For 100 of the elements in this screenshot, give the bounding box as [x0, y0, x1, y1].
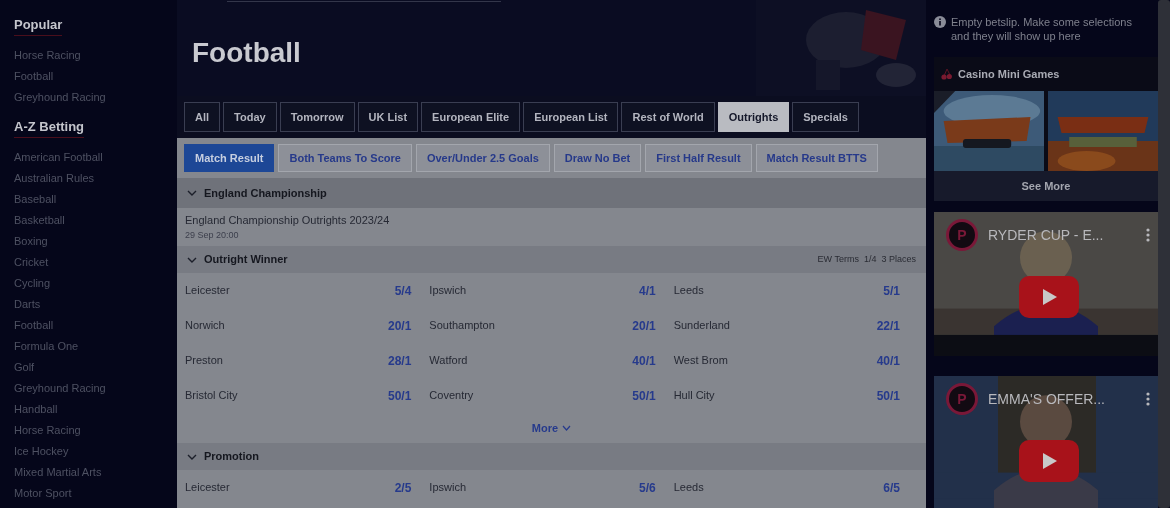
sidebar-item[interactable]: Horse Racing	[14, 420, 81, 441]
filter-tab[interactable]: Rest of World	[621, 102, 715, 132]
more-options-icon[interactable]	[1146, 392, 1150, 406]
ew-terms-text: 1/4	[863, 252, 877, 266]
selection-name: Hull City	[673, 388, 715, 404]
odds-price: 50/1	[387, 387, 412, 405]
sidebar-item[interactable]: Baseball	[14, 189, 57, 210]
selection-cell[interactable]: Leeds 6/5	[673, 470, 918, 505]
selection-cell[interactable]: Leicester 5/4	[185, 273, 430, 308]
filter-tab[interactable]: Today	[223, 102, 277, 132]
sidebar-item[interactable]: Cricket	[14, 252, 49, 273]
ew-terms-text: 3 Places	[881, 252, 916, 266]
odds-price: 22/1	[876, 317, 900, 335]
selection-name: Coventry	[429, 388, 474, 404]
selection-name: Bristol City	[185, 388, 238, 404]
odds-price: 50/1	[876, 387, 900, 405]
odds-price: 50/1	[632, 387, 656, 405]
more-button[interactable]: More	[531, 419, 572, 437]
cherries-icon	[941, 68, 952, 80]
selection-name: Norwich	[185, 318, 225, 334]
sidebar-item[interactable]: Football	[14, 66, 54, 87]
sidebar-item[interactable]: Cycling	[14, 273, 51, 294]
selection-cell[interactable]: Ipswich 5/6	[429, 470, 674, 505]
selection-name: Leeds	[673, 283, 704, 299]
ew-terms-text: EW Terms	[817, 252, 859, 266]
filter-tab[interactable]: Specials	[792, 102, 859, 132]
market-tab[interactable]: First Half Result	[645, 144, 752, 172]
market-header[interactable]: Outright Winner EW Terms 1/4 3 Places	[177, 246, 926, 273]
market-tab[interactable]: Over/Under 2.5 Goals	[415, 144, 550, 172]
odds-price: 6/5	[883, 479, 900, 497]
sidebar-item[interactable]: Golf	[14, 357, 35, 378]
market-tab[interactable]: Match Result	[184, 144, 275, 172]
sidebar-item[interactable]: Darts	[14, 294, 41, 315]
selection-name: Leicester	[185, 283, 230, 299]
odds-price: 5/6	[638, 479, 656, 497]
sidebar-item[interactable]: Basketball	[14, 210, 65, 231]
selection-cell[interactable]: Leeds 5/1	[673, 273, 918, 308]
video-player[interactable]: P EMMA'S OFFER...	[934, 376, 1158, 508]
sidebar-item[interactable]: Formula One	[14, 336, 79, 357]
sidebar-heading: Popular	[14, 17, 63, 36]
selection-name: Watford	[429, 353, 468, 369]
selection-cell[interactable]: Sunderland 22/1	[673, 308, 918, 343]
market-header[interactable]: Promotion	[177, 443, 926, 470]
selection-name: Leeds	[673, 480, 704, 496]
market-tab[interactable]: Draw No Bet	[553, 144, 642, 172]
selection-cell[interactable]: West Brom 40/1	[673, 343, 918, 378]
market-tab[interactable]: Both Teams To Score	[278, 144, 412, 172]
odds-price: 40/1	[632, 352, 656, 370]
selection-name: Sunderland	[673, 318, 730, 334]
sidebar-item[interactable]: Boxing	[14, 231, 48, 252]
market-tab[interactable]: Match Result BTTS	[755, 144, 878, 172]
selection-cell[interactable]: Watford 40/1	[429, 343, 674, 378]
see-more-button[interactable]: See More	[934, 171, 1158, 201]
chevron-down-icon	[187, 188, 197, 198]
video-title: EMMA'S OFFER...	[988, 389, 1105, 409]
more-options-icon[interactable]	[1146, 228, 1150, 242]
group-header[interactable]: England Championship	[177, 178, 926, 208]
sidebar-item[interactable]: Motor Sport	[14, 483, 72, 504]
play-button[interactable]	[1019, 276, 1079, 318]
sidebar-item[interactable]: Mixed Martial Arts	[14, 462, 102, 483]
group-title: England Championship	[204, 185, 327, 201]
selection-name: Ipswich	[429, 480, 466, 496]
sidebar-item[interactable]: Ice Hockey	[14, 441, 69, 462]
casino-title: Casino Mini Games	[958, 66, 1060, 82]
selection-name: Preston	[185, 353, 223, 369]
filter-tab[interactable]: All	[184, 102, 221, 132]
sidebar-item[interactable]: Greyhound Racing	[14, 87, 106, 108]
selection-cell[interactable]: Bristol City 50/1	[185, 378, 430, 413]
event-date: 29 Sep 20:00	[185, 228, 239, 242]
sidebar-item[interactable]: Horse Racing	[14, 45, 81, 66]
sidebar-item[interactable]: Football	[14, 315, 54, 336]
filter-tab[interactable]: European List	[523, 102, 619, 132]
selection-cell[interactable]: Ipswich 4/1	[429, 273, 674, 308]
selection-cell[interactable]: Southampton 20/1	[429, 308, 674, 343]
selection-name: Southampton	[429, 318, 495, 334]
selection-cell[interactable]: Preston 28/1	[185, 343, 430, 378]
event-name[interactable]: England Championship Outrights 2023/24	[185, 212, 390, 229]
video-player[interactable]: P RYDER CUP - E...	[934, 212, 1158, 356]
odds-price: 5/1	[883, 282, 900, 300]
filter-tab[interactable]: UK List	[357, 102, 419, 132]
page-title: Football	[192, 36, 301, 70]
sidebar-item[interactable]: American Football	[14, 147, 103, 168]
sidebar-item[interactable]: Australian Rules	[14, 168, 95, 189]
selection-cell[interactable]: Leicester 2/5	[185, 470, 430, 505]
selection-cell[interactable]: Hull City 50/1	[673, 378, 918, 413]
sidebar-item[interactable]: Handball	[14, 399, 58, 420]
market-title: Outright Winner	[204, 252, 288, 268]
selection-name: Ipswich	[429, 283, 466, 299]
filter-tab[interactable]: Outrights	[717, 102, 790, 132]
play-button[interactable]	[1019, 440, 1079, 482]
filter-tab[interactable]: European Elite	[421, 102, 521, 132]
sidebar-heading: A-Z Betting	[14, 119, 85, 138]
sidebar-item[interactable]: Greyhound Racing	[14, 378, 106, 399]
odds-price: 2/5	[394, 479, 412, 497]
selection-cell[interactable]: Coventry 50/1	[429, 378, 674, 413]
selection-cell[interactable]: Norwich 20/1	[185, 308, 430, 343]
scrollbar[interactable]	[1158, 0, 1170, 508]
odds-price: 40/1	[876, 352, 900, 370]
filter-tab[interactable]: Tomorrow	[279, 102, 355, 132]
odds-price: 28/1	[387, 352, 412, 370]
